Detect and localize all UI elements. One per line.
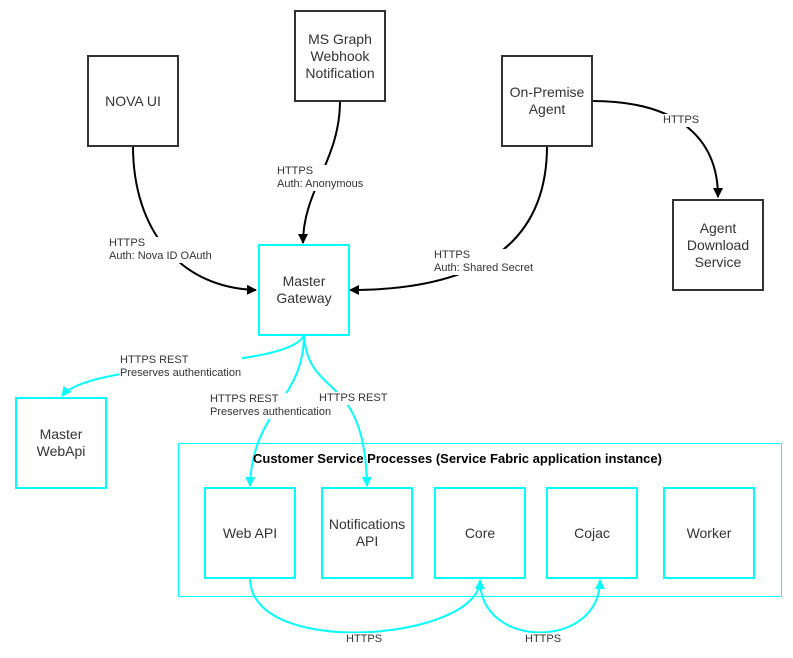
node-master-webapi[interactable]: Master WebApi xyxy=(15,397,107,489)
node-master-gateway[interactable]: Master Gateway xyxy=(258,244,350,336)
node-nova-ui[interactable]: NOVA UI xyxy=(87,55,179,147)
node-agent-download-service[interactable]: Agent Download Service xyxy=(672,199,764,291)
node-notifications-api[interactable]: Notifications API xyxy=(321,487,413,579)
edge-label-nova: HTTPS Auth: Nova ID OAuth xyxy=(108,237,213,263)
node-core[interactable]: Core xyxy=(434,487,526,579)
edge-label-web-api: HTTPS REST Preserves authentication xyxy=(209,393,333,419)
node-ms-graph-webhook[interactable]: MS Graph Webhook Notification xyxy=(294,10,386,102)
edge-label-notifications: HTTPS REST xyxy=(318,392,389,405)
node-on-premise-agent[interactable]: On-Premise Agent xyxy=(501,55,593,147)
container-title: Customer Service Processes (Service Fabr… xyxy=(253,451,662,466)
node-cojac[interactable]: Cojac xyxy=(546,487,638,579)
edge-label-agent-gateway: HTTPS Auth: Shared Secret xyxy=(433,249,535,275)
edge-label-master-webapi: HTTPS REST Preserves authentication xyxy=(119,354,243,380)
node-web-api[interactable]: Web API xyxy=(204,487,296,579)
edge-nova-to-gateway xyxy=(132,145,257,295)
edge-label-core-cojac: HTTPS xyxy=(524,633,563,646)
edge-label-msgraph: HTTPS Auth: Anonymous xyxy=(276,165,365,191)
edge-label-agent-download: HTTPS xyxy=(662,114,701,127)
node-worker[interactable]: Worker xyxy=(663,487,755,579)
edge-label-webapi-core: HTTPS xyxy=(345,633,384,646)
